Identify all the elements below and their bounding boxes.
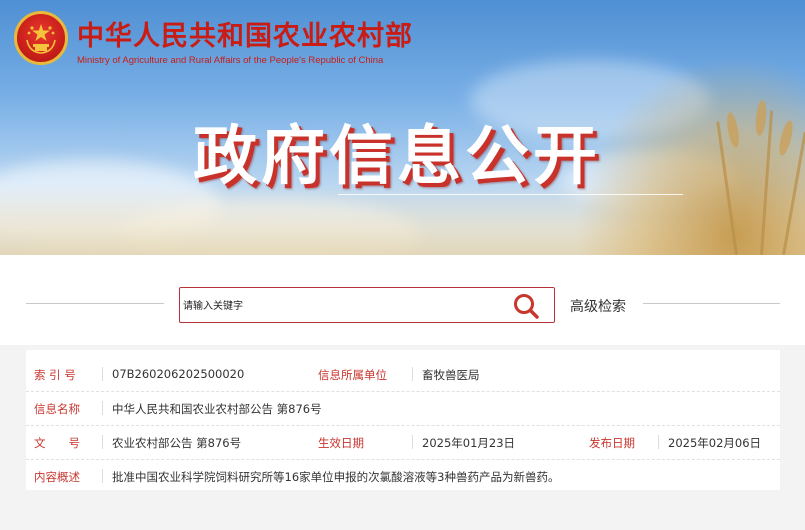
dept-value: 畜牧兽医局 xyxy=(422,368,480,382)
dept-label: 信息所属单位 xyxy=(318,368,387,382)
org-name-en: Ministry of Agriculture and Rural Affair… xyxy=(77,55,384,66)
index-value: 07B260206202500020 xyxy=(112,367,245,381)
divider-left xyxy=(26,303,164,304)
summary-label: 内容概述 xyxy=(34,470,80,484)
doc-label: 文 号 xyxy=(34,436,80,450)
info-row-summary: 内容概述 批准中国农业科学院饲料研究所等16家单位申报的次氯酸溶液等3种兽药产品… xyxy=(26,459,780,493)
title-underline xyxy=(338,194,683,195)
info-table: 索 引 号 07B260206202500020 信息所属单位 畜牧兽医局 信息… xyxy=(26,350,780,490)
divider-right xyxy=(643,303,780,304)
doc-value: 农业农村部公告 第876号 xyxy=(112,436,242,450)
search-input[interactable] xyxy=(180,288,505,324)
publish-value: 2025年02月06日 xyxy=(668,436,762,450)
info-row-name: 信息名称 中华人民共和国农业农村部公告 第876号 xyxy=(26,391,780,426)
name-value: 中华人民共和国农业农村部公告 第876号 xyxy=(112,402,322,416)
wheat-decoration xyxy=(575,55,805,255)
publish-label: 发布日期 xyxy=(589,436,635,450)
org-name-cn: 中华人民共和国农业农村部 xyxy=(77,21,413,52)
effective-value: 2025年01月23日 xyxy=(422,436,516,450)
national-emblem-icon xyxy=(14,11,68,65)
index-label: 索 引 号 xyxy=(34,368,76,382)
info-row-doc: 文 号 农业农村部公告 第876号 生效日期 2025年01月23日 发布日期 … xyxy=(26,425,780,460)
search-icon xyxy=(514,294,539,319)
effective-label: 生效日期 xyxy=(318,436,364,450)
search-button[interactable] xyxy=(512,292,540,320)
info-row-index: 索 引 号 07B260206202500020 信息所属单位 畜牧兽医局 xyxy=(26,357,780,392)
name-label: 信息名称 xyxy=(34,402,80,416)
banner-title: 政府信息公开 xyxy=(193,120,601,194)
search-box xyxy=(179,287,555,324)
advanced-search-link[interactable]: 高级检索 xyxy=(570,296,626,316)
header-banner: 中华人民共和国农业农村部 Ministry of Agriculture and… xyxy=(0,0,805,255)
summary-value: 批准中国农业科学院饲料研究所等16家单位申报的次氯酸溶液等3种兽药产品为新兽药。 xyxy=(112,470,560,484)
